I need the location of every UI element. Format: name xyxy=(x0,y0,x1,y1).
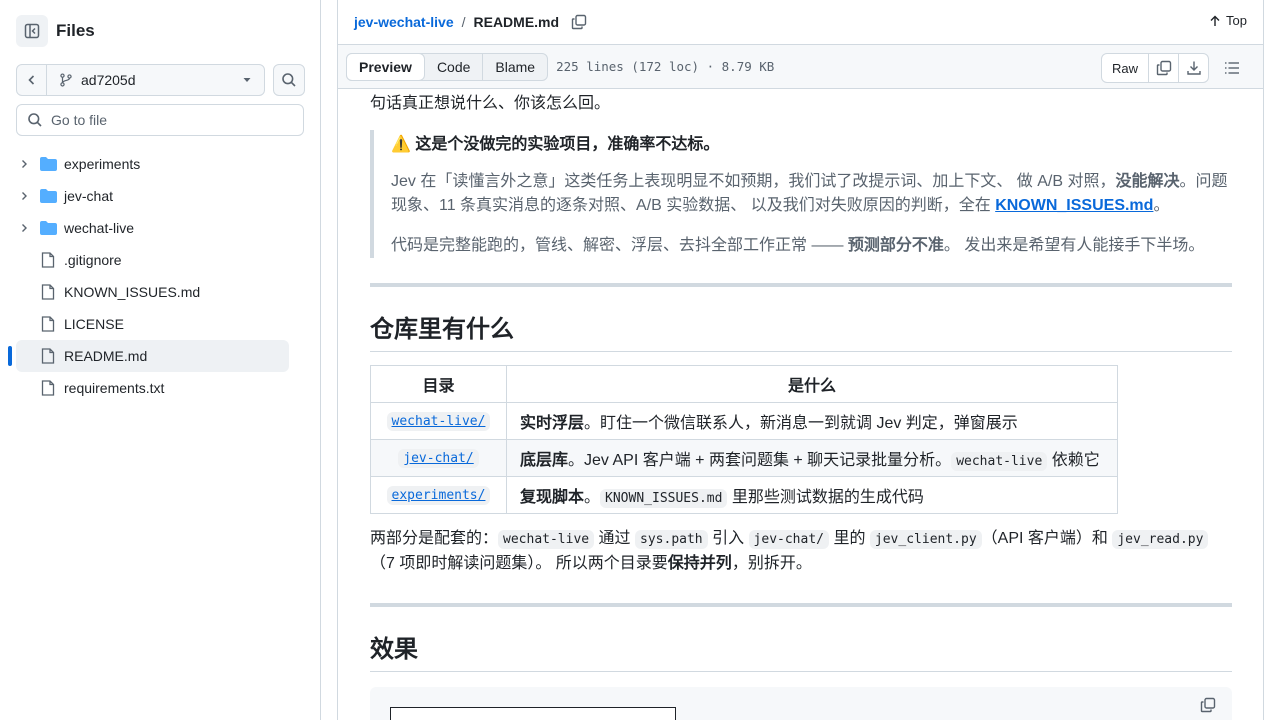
search-button[interactable] xyxy=(273,64,305,96)
tree-item-known-issues[interactable]: KNOWN_ISSUES.md xyxy=(16,276,289,308)
copy-code-button[interactable] xyxy=(1200,697,1216,718)
heading-effect: 效果 xyxy=(370,629,1232,672)
warning-title: ⚠️ 这是个没做完的实验项目，准确率不达标。 xyxy=(391,136,720,153)
copy-icon xyxy=(571,14,587,30)
chevron-right-icon xyxy=(22,224,27,232)
dir-link-experiments[interactable]: experiments/ xyxy=(386,486,491,505)
sidebar-header: Files xyxy=(16,15,95,47)
file-icon xyxy=(41,284,55,300)
file-icon xyxy=(41,348,55,364)
chevron-left-icon xyxy=(27,75,34,85)
contents-table: 目录 是什么 wechat-live/ 实时浮层。盯住一个微信联系人，新消息一到… xyxy=(370,365,1118,514)
tree-item-label: .gitignore xyxy=(64,252,122,268)
tree-item-readme[interactable]: README.md xyxy=(8,340,289,372)
file-icon xyxy=(41,380,55,396)
tree-item-experiments[interactable]: experiments xyxy=(16,148,289,180)
table-row: experiments/ 复现脚本。 KNOWN_ISSUES.md 里那些测试数… xyxy=(370,476,1118,514)
view-mode-switch: Preview Code Blame xyxy=(346,52,549,81)
file-actions: Raw xyxy=(1100,53,1247,83)
list-icon xyxy=(1225,62,1239,74)
caret-down-icon xyxy=(243,78,251,82)
file-info: 225 lines (172 loc) · 8.79 KB xyxy=(556,59,775,74)
tree-item-label: jev-chat xyxy=(64,188,114,204)
chevron-right-icon xyxy=(22,192,27,200)
download-icon xyxy=(1186,61,1201,75)
tree-item-label: requirements.txt xyxy=(64,380,165,396)
quote-paragraph-1: Jev 在「读懂言外之意」这类任务上表现明显不如预期，我们试了改提示词、加上下文… xyxy=(391,173,1228,214)
download-button[interactable] xyxy=(1178,54,1208,82)
heading-repo-contents: 仓库里有什么 xyxy=(370,309,1232,352)
raw-button[interactable]: Raw xyxy=(1102,54,1148,82)
branch-row: ad7205d xyxy=(16,64,305,96)
file-icon xyxy=(41,252,55,268)
tree-item-label: LICENSE xyxy=(64,316,124,332)
tree-item-label: KNOWN_ISSUES.md xyxy=(64,284,201,300)
branch-name: ad7205d xyxy=(81,72,136,88)
top-label: Top xyxy=(1226,13,1247,28)
git-branch-icon xyxy=(60,73,72,87)
tab-code[interactable]: Code xyxy=(425,54,482,80)
folder-icon xyxy=(39,189,57,203)
quote-paragraph-2: 代码是完整能跑的，管线、解密、浮层、去抖全部工作正常 —— 预测部分不准。 发出… xyxy=(391,237,1205,254)
copy-icon xyxy=(1156,60,1171,76)
file-view: jev-wechat-live / README.md Top Preview … xyxy=(337,0,1264,720)
tab-blame[interactable]: Blame xyxy=(482,53,547,80)
file-toolbar: Preview Code Blame 225 lines (172 loc) ·… xyxy=(338,45,1263,89)
warning-blockquote: ⚠️ 这是个没做完的实验项目，准确率不达标。 Jev 在「读懂言外之意」这类任务… xyxy=(370,130,1232,258)
folder-icon xyxy=(39,221,57,235)
copy-path-button[interactable] xyxy=(571,14,587,30)
breadcrumb-repo-link[interactable]: jev-wechat-live xyxy=(354,14,454,30)
sidebar-title: Files xyxy=(56,21,95,40)
file-tree: experiments jev-chat wechat-live .gitign… xyxy=(8,148,289,404)
arrow-up-icon xyxy=(1210,15,1220,26)
file-tree-sidebar: Files ad7205d experiments xyxy=(0,0,321,720)
breadcrumb-file: README.md xyxy=(473,14,560,30)
paragraph: 句话真正想说什么、你该怎么回。 xyxy=(370,95,611,112)
tree-item-label: experiments xyxy=(64,156,141,172)
tree-item-jev-chat[interactable]: jev-chat xyxy=(16,180,289,212)
top-button[interactable]: Top xyxy=(1209,13,1247,28)
bold-text: 预测部分不准 xyxy=(847,237,944,254)
file-icon xyxy=(41,316,55,332)
table-row: jev-chat/ 底层库。Jev API 客户端 + 两套问题集 + 聊天记录… xyxy=(370,439,1118,477)
go-to-file-field[interactable] xyxy=(16,104,304,136)
tree-item-license[interactable]: LICENSE xyxy=(16,308,289,340)
branch-selector[interactable]: ad7205d xyxy=(16,64,265,96)
breadcrumb-separator: / xyxy=(461,14,466,30)
tree-item-wechat-live[interactable]: wechat-live xyxy=(16,212,289,244)
branch-dropdown[interactable]: ad7205d xyxy=(47,72,264,88)
dir-link-jev-chat[interactable]: jev-chat/ xyxy=(398,449,479,468)
table-header: 目录 xyxy=(370,365,507,403)
back-button[interactable] xyxy=(17,65,47,95)
copy-icon xyxy=(1200,697,1216,713)
known-issues-link[interactable]: KNOWN_ISSUES.md xyxy=(995,197,1153,214)
code-block-diagram xyxy=(390,707,676,720)
raw-button-group: Raw xyxy=(1100,53,1209,83)
tree-item-label: README.md xyxy=(64,348,148,364)
search-icon xyxy=(28,113,42,127)
code-block xyxy=(370,687,1232,720)
tree-item-requirements[interactable]: requirements.txt xyxy=(16,372,289,404)
tree-item-label: wechat-live xyxy=(64,220,135,236)
folder-icon xyxy=(39,157,57,171)
breadcrumb: jev-wechat-live / README.md Top xyxy=(338,0,1263,45)
collapse-sidebar-button[interactable] xyxy=(16,15,48,47)
go-to-file-input[interactable] xyxy=(51,112,291,128)
outline-button[interactable] xyxy=(1217,53,1247,83)
copy-raw-button[interactable] xyxy=(1148,54,1178,82)
dir-link-wechat-live[interactable]: wechat-live/ xyxy=(386,412,491,431)
sidebar-collapse-icon xyxy=(24,23,40,39)
tab-preview[interactable]: Preview xyxy=(346,52,425,81)
divider xyxy=(370,603,1232,607)
search-icon xyxy=(282,73,296,87)
divider xyxy=(370,283,1232,287)
bold-text: 没能解决 xyxy=(1115,173,1180,190)
table-row: wechat-live/ 实时浮层。盯住一个微信联系人，新消息一到就调 Jev … xyxy=(370,402,1118,440)
tree-item-gitignore[interactable]: .gitignore xyxy=(16,244,289,276)
table-header: 是什么 xyxy=(506,365,1118,403)
paragraph: 两部分是配套的： wechat-live 通过 sys.path 引入 jev-c… xyxy=(370,527,1232,576)
chevron-right-icon xyxy=(22,160,27,168)
